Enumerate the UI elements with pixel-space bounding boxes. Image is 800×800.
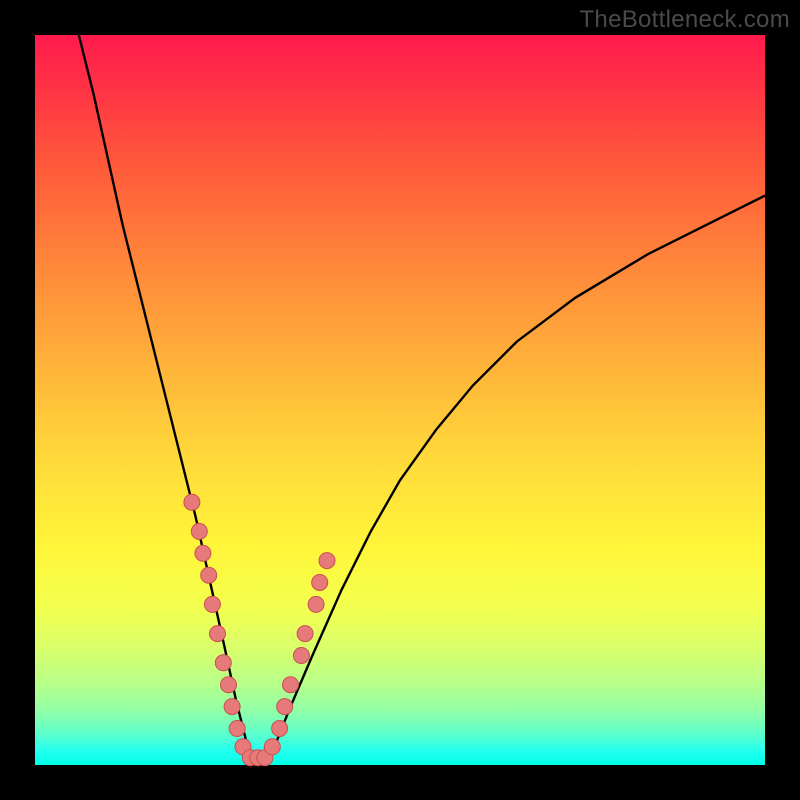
plot-area bbox=[35, 35, 765, 765]
data-dot bbox=[224, 699, 240, 715]
data-dot bbox=[195, 545, 211, 561]
data-dots bbox=[184, 494, 335, 766]
data-dot bbox=[264, 739, 280, 755]
data-dot bbox=[184, 494, 200, 510]
data-dot bbox=[277, 699, 293, 715]
data-dot bbox=[293, 648, 309, 664]
data-dot bbox=[210, 626, 226, 642]
data-dot bbox=[272, 721, 288, 737]
data-dot bbox=[201, 567, 217, 583]
data-dot bbox=[221, 677, 237, 693]
bottleneck-curve bbox=[79, 35, 765, 761]
data-dot bbox=[319, 553, 335, 569]
data-dot bbox=[312, 575, 328, 591]
data-dot bbox=[297, 626, 313, 642]
data-dot bbox=[283, 677, 299, 693]
chart-frame: TheBottleneck.com bbox=[0, 0, 800, 800]
watermark-text: TheBottleneck.com bbox=[579, 6, 790, 34]
data-dot bbox=[204, 596, 220, 612]
data-dot bbox=[308, 596, 324, 612]
data-dot bbox=[229, 721, 245, 737]
data-dot bbox=[191, 523, 207, 539]
data-dot bbox=[215, 655, 231, 671]
chart-svg bbox=[35, 35, 765, 765]
